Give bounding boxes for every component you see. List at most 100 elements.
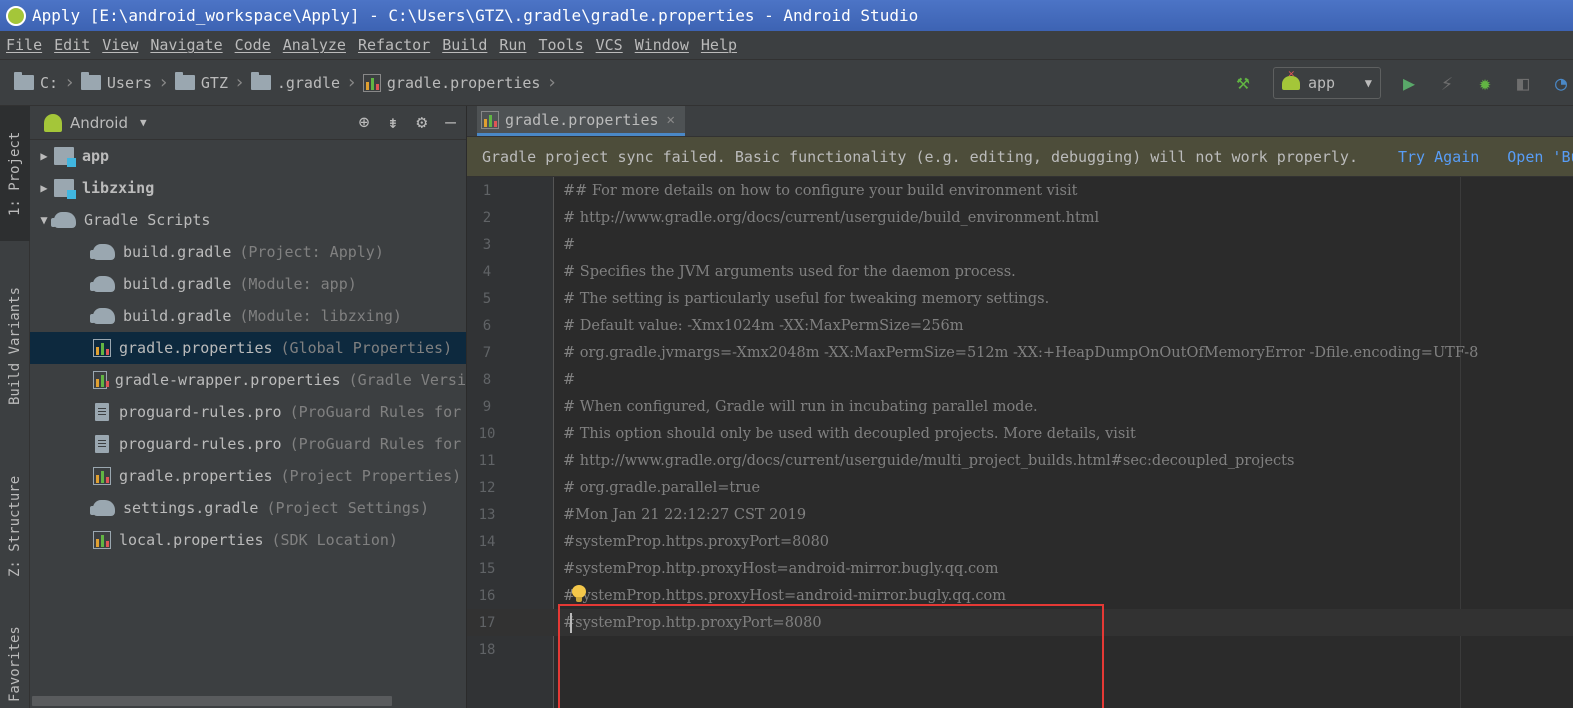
run-play-icon[interactable]: ▶	[1397, 71, 1421, 95]
tree-node-proguard-rules-1[interactable]: proguard-rules.pro (ProGuard Rules for	[30, 396, 466, 428]
expand-arrow-icon[interactable]: ▶	[34, 149, 54, 163]
breadcrumb-file[interactable]: gradle.properties ›	[362, 72, 557, 93]
line-number: 17	[478, 614, 496, 631]
tree-node-local-properties[interactable]: local.properties (SDK Location)	[30, 524, 466, 556]
code-editor[interactable]: 1 ## For more details on how to configure…	[467, 177, 1573, 708]
try-again-link[interactable]: Try Again	[1398, 148, 1479, 166]
tool-tab-favorites[interactable]: Favorites	[0, 621, 30, 708]
tree-node-build-gradle-project[interactable]: build.gradle (Project: Apply)	[30, 236, 466, 268]
tool-tab-label: Favorites	[7, 626, 23, 703]
debug-bug-icon[interactable]: ✹	[1473, 71, 1497, 95]
editor-tab-bar: gradle.properties ✕	[467, 106, 1573, 137]
module-folder-icon	[54, 179, 76, 199]
menu-edit[interactable]: Edit	[54, 36, 90, 54]
code-line: 14 #systemProp.https.proxyPort=8080	[467, 528, 1573, 555]
collapse-all-icon[interactable]: ⇟	[387, 112, 398, 133]
tree-node-hint: (SDK Location)	[271, 531, 398, 549]
tree-node-build-gradle-app[interactable]: build.gradle (Module: app)	[30, 268, 466, 300]
menu-run[interactable]: Run	[499, 36, 526, 54]
line-text: # When configured, Gradle will run in in…	[563, 398, 1038, 415]
line-number: 9	[482, 398, 492, 415]
line-number: 7	[482, 344, 492, 361]
menu-code[interactable]: Code	[235, 36, 271, 54]
text-file-icon	[95, 403, 109, 421]
menu-analyze[interactable]: Analyze	[283, 36, 346, 54]
menu-view[interactable]: View	[102, 36, 138, 54]
line-number: 1	[482, 182, 492, 199]
breadcrumb-drive[interactable]: C: ›	[14, 72, 75, 93]
profiler-gauge-icon[interactable]: ◔	[1549, 71, 1573, 95]
tree-node-hint: (Gradle Versi	[348, 371, 466, 389]
tree-node-gradle-wrapper-properties[interactable]: gradle-wrapper.properties (Gradle Versi	[30, 364, 466, 396]
breadcrumb-label: .gradle	[276, 73, 341, 92]
tree-node-label: gradle.properties	[119, 339, 273, 357]
module-folder-icon	[54, 147, 76, 167]
menu-help[interactable]: Help	[701, 36, 737, 54]
tree-node-gradle-properties-project[interactable]: gradle.properties (Project Properties)	[30, 460, 466, 492]
tree-node-hint: (Project: Apply)	[239, 243, 384, 261]
properties-file-icon	[481, 110, 499, 129]
open-build-link[interactable]: Open 'Bu	[1507, 148, 1573, 166]
line-text: # http://www.gradle.org/docs/current/use…	[563, 209, 1100, 226]
tree-node-gradle-properties-global[interactable]: gradle.properties (Global Properties)	[30, 332, 466, 364]
apply-changes-lightning-icon[interactable]: ⚡	[1435, 71, 1459, 95]
tool-tab-build-variants[interactable]: Build Variants	[0, 266, 30, 426]
code-line: 2 # http://www.gradle.org/docs/current/us…	[467, 204, 1573, 231]
project-tool-window: Android ▼ ⊕ ⇟ ⚙ — ▶ app ▶ libzxing ▼ Gra…	[30, 106, 467, 708]
tool-tab-structure[interactable]: Z: Structure	[0, 456, 30, 596]
menu-refactor[interactable]: Refactor	[358, 36, 430, 54]
menu-file[interactable]: File	[6, 36, 42, 54]
code-line: 4 # Specifies the JVM arguments used for …	[467, 258, 1573, 285]
breadcrumb-users[interactable]: Users ›	[80, 72, 169, 93]
tree-node-label: proguard-rules.pro	[119, 435, 282, 453]
tree-node-libzxing[interactable]: ▶ libzxing	[30, 172, 466, 204]
main-toolbar: ⚒ app ▼ ▶ ⚡ ✹ ◧ ◔	[1231, 66, 1573, 100]
tree-node-proguard-rules-2[interactable]: proguard-rules.pro (ProGuard Rules for	[30, 428, 466, 460]
editor-tab-gradle-properties[interactable]: gradle.properties ✕	[477, 106, 685, 136]
gradle-elephant-icon	[90, 244, 115, 260]
banner-message: Gradle project sync failed. Basic functi…	[482, 147, 1358, 166]
tree-node-build-gradle-libzxing[interactable]: build.gradle (Module: libzxing)	[30, 300, 466, 332]
lightbulb-icon[interactable]	[571, 585, 587, 603]
tree-node-gradle-scripts[interactable]: ▼ Gradle Scripts	[30, 204, 466, 236]
tree-node-app[interactable]: ▶ app	[30, 140, 466, 172]
chevron-right-icon: ›	[234, 72, 245, 93]
line-number: 13	[478, 506, 496, 523]
run-configuration-label: app	[1308, 74, 1336, 92]
breadcrumb-gtz[interactable]: GTZ ›	[174, 72, 245, 93]
project-view-selector[interactable]: Android	[70, 114, 128, 132]
run-configuration-dropdown[interactable]: app ▼	[1273, 67, 1381, 99]
hide-minus-icon[interactable]: —	[445, 112, 456, 133]
menu-tools[interactable]: Tools	[538, 36, 583, 54]
line-text: # The setting is particularly useful for…	[563, 290, 1050, 307]
scroll-from-source-target-icon[interactable]: ⊕	[359, 112, 370, 133]
attach-debugger-icon[interactable]: ◧	[1511, 71, 1535, 95]
line-number: 14	[478, 533, 496, 550]
line-number: 8	[482, 371, 492, 388]
gear-icon[interactable]: ⚙	[416, 112, 427, 133]
chevron-down-icon[interactable]: ▼	[140, 116, 147, 129]
make-project-hammer-icon[interactable]: ⚒	[1231, 71, 1255, 95]
folder-icon	[174, 72, 195, 90]
code-line: 11 # http://www.gradle.org/docs/current/u…	[467, 447, 1573, 474]
tree-node-label: proguard-rules.pro	[119, 403, 282, 421]
horizontal-scrollbar[interactable]	[32, 696, 392, 706]
tree-node-label: local.properties	[119, 531, 264, 549]
breadcrumb-label: gradle.properties	[386, 73, 541, 92]
tree-node-settings-gradle[interactable]: settings.gradle (Project Settings)	[30, 492, 466, 524]
tree-node-label: build.gradle	[123, 275, 232, 293]
tool-tab-label: Build Variants	[7, 287, 23, 406]
expand-arrow-icon[interactable]: ▶	[34, 181, 54, 195]
tool-tab-project[interactable]: 1: Project	[0, 106, 30, 241]
folder-icon	[14, 72, 34, 90]
breadcrumb-gradle[interactable]: .gradle ›	[250, 72, 357, 93]
code-line: 12 # org.gradle.parallel=true	[467, 474, 1573, 501]
menu-window[interactable]: Window	[635, 36, 689, 54]
project-panel-header: Android ▼ ⊕ ⇟ ⚙ —	[30, 106, 466, 140]
line-text: # Specifies the JVM arguments used for t…	[563, 263, 1016, 280]
menu-build[interactable]: Build	[442, 36, 487, 54]
menu-vcs[interactable]: VCS	[596, 36, 623, 54]
close-icon[interactable]: ✕	[667, 112, 675, 128]
android-studio-icon	[6, 5, 26, 26]
menu-navigate[interactable]: Navigate	[150, 36, 222, 54]
